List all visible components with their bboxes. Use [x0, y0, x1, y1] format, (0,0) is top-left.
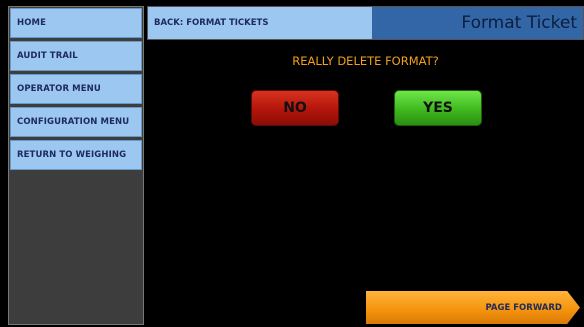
- header-bar: BACK: FORMAT TICKETS Format Ticket: [147, 6, 584, 40]
- sidebar-item-home[interactable]: HOME: [10, 8, 142, 38]
- yes-button[interactable]: YES: [394, 90, 482, 126]
- no-button[interactable]: NO: [251, 90, 339, 126]
- sidebar-item-operator-menu[interactable]: OPERATOR MENU: [10, 74, 142, 104]
- screen: HOME AUDIT TRAIL OPERATOR MENU CONFIGURA…: [0, 0, 584, 327]
- back-button[interactable]: BACK: FORMAT TICKETS: [148, 7, 372, 39]
- confirm-prompt: REALLY DELETE FORMAT?: [292, 54, 439, 68]
- sidebar: HOME AUDIT TRAIL OPERATOR MENU CONFIGURA…: [8, 6, 144, 325]
- page-forward-button[interactable]: PAGE FORWARD: [366, 291, 580, 324]
- sidebar-item-configuration-menu[interactable]: CONFIGURATION MENU: [10, 107, 142, 137]
- sidebar-item-audit-trail[interactable]: AUDIT TRAIL: [10, 41, 142, 71]
- page-title: Format Ticket: [372, 7, 583, 39]
- sidebar-item-return-to-weighing[interactable]: RETURN TO WEIGHING: [10, 140, 142, 170]
